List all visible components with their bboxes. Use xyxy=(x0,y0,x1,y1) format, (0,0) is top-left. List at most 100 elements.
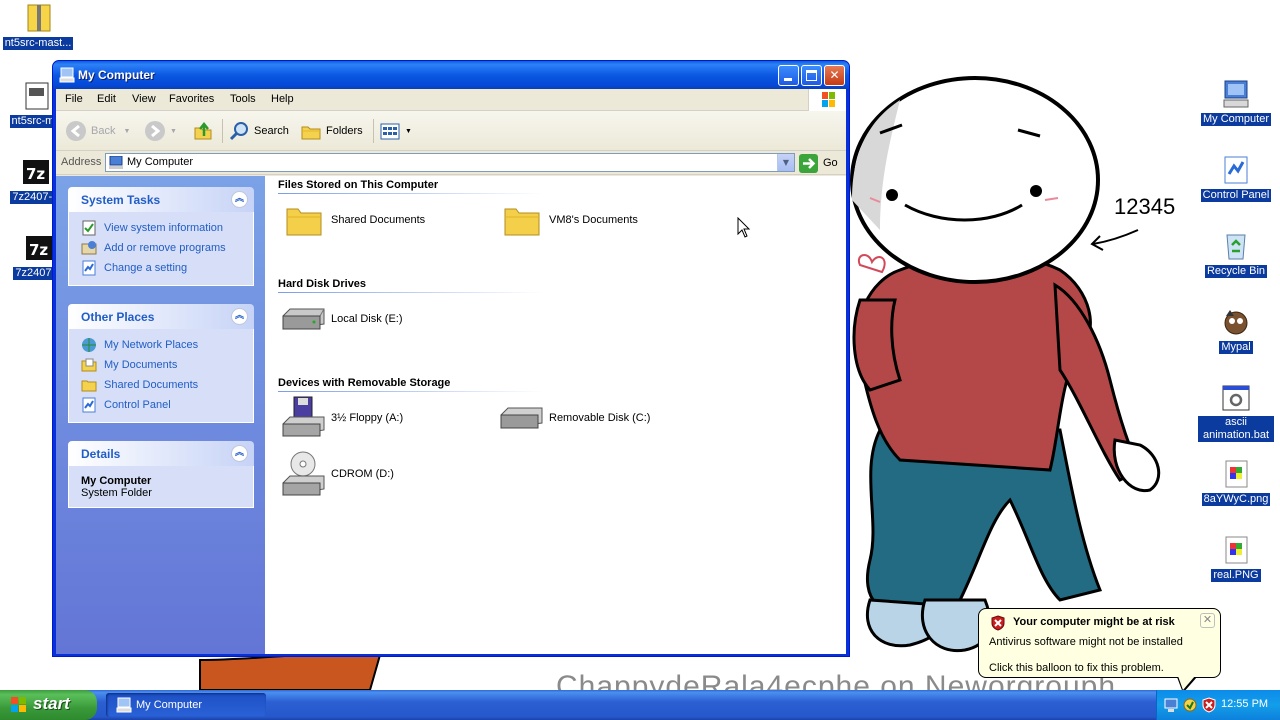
details-type: System Folder xyxy=(81,487,152,499)
view-system-information-link[interactable]: View system information xyxy=(81,218,253,238)
shared-documents-link[interactable]: Shared Documents xyxy=(81,375,253,395)
add-remove-programs-link[interactable]: Add or remove programs xyxy=(81,238,253,258)
7zip-icon: 7z xyxy=(19,156,51,188)
forward-dropdown-icon: ▼ xyxy=(170,127,177,135)
network-tray-icon[interactable] xyxy=(1163,697,1179,713)
item-shared-documents[interactable]: Shared Documents xyxy=(279,196,425,244)
window-title: My Computer xyxy=(78,68,155,82)
menu-edit[interactable]: Edit xyxy=(97,93,116,105)
my-network-places-link[interactable]: My Network Places xyxy=(81,335,253,355)
item-removable-disk-c[interactable]: Removable Disk (C:) xyxy=(497,394,650,442)
close-button[interactable]: ✕ xyxy=(824,65,845,86)
collapse-chevron-icon[interactable]: ︽ xyxy=(231,308,248,325)
7zip-icon: 7z xyxy=(22,232,54,264)
system-tasks-header[interactable]: System Tasks ︽ xyxy=(68,187,254,212)
floppy-drive-icon xyxy=(279,394,327,442)
desktop-icon-recycle-bin[interactable]: Recycle Bin xyxy=(1198,230,1274,278)
item-label: VM8's Documents xyxy=(549,214,638,226)
views-button[interactable]: ▼ xyxy=(379,119,412,143)
back-dropdown-icon: ▼ xyxy=(123,127,131,135)
back-button[interactable]: Back ▼ xyxy=(65,119,130,143)
go-button-label: Go xyxy=(823,157,838,169)
folders-icon xyxy=(301,126,321,140)
menu-view[interactable]: View xyxy=(132,93,156,105)
toolbar-separator xyxy=(373,119,374,143)
item-vm8-documents[interactable]: VM8's Documents xyxy=(497,196,638,244)
other-places-header[interactable]: Other Places ︽ xyxy=(68,304,254,329)
update-tray-icon[interactable] xyxy=(1182,697,1198,713)
go-arrow-icon xyxy=(799,153,818,173)
folder-icon xyxy=(279,196,327,244)
address-input[interactable]: My Computer ▼ xyxy=(105,153,795,172)
group-header-hard-disks: Hard Disk Drives xyxy=(278,278,367,290)
computer-icon xyxy=(59,67,75,83)
my-computer-window[interactable]: My Computer ✕ File Edit View Favorites T… xyxy=(52,60,850,657)
address-bar: Address My Computer ▼ Go xyxy=(56,151,846,175)
other-places-title: Other Places xyxy=(81,310,155,324)
details-header[interactable]: Details ︽ xyxy=(68,441,254,466)
desktop-icon-control-panel[interactable]: Control Panel xyxy=(1198,154,1274,202)
minimize-button[interactable] xyxy=(778,65,799,86)
group-header-removable: Devices with Removable Storage xyxy=(278,377,451,389)
item-label: CDROM (D:) xyxy=(331,468,394,480)
item-local-disk-e[interactable]: Local Disk (E:) xyxy=(279,295,403,343)
search-button[interactable]: Search xyxy=(228,119,289,143)
system-info-icon xyxy=(82,220,96,236)
forward-button[interactable]: ▼ xyxy=(144,119,177,143)
window-titlebar[interactable]: My Computer ✕ xyxy=(53,61,849,89)
desktop-icon-label: nt5src-mast... xyxy=(2,37,74,50)
address-label: Address xyxy=(61,156,102,168)
address-dropdown-icon[interactable]: ▼ xyxy=(777,154,794,171)
cdrom-drive-icon xyxy=(279,450,327,498)
start-button[interactable]: start xyxy=(0,690,97,720)
folders-button[interactable]: Folders xyxy=(300,119,363,143)
menu-bar: File Edit View Favorites Tools Help xyxy=(56,89,846,111)
back-button-label: Back xyxy=(91,125,116,137)
desktop-icon-8aywyc[interactable]: 8aYWyC.png xyxy=(1198,458,1274,506)
up-folder-button[interactable] xyxy=(192,119,218,143)
documents-folder-icon xyxy=(81,358,97,372)
control-panel-icon xyxy=(82,260,96,276)
desktop-icon-nt5src-zip[interactable]: nt5src-mast... xyxy=(0,2,76,50)
add-remove-programs-icon xyxy=(81,241,97,255)
link-label: View system information xyxy=(104,222,224,234)
maximize-button[interactable] xyxy=(801,65,822,86)
taskbar-clock[interactable]: 12:55 PM xyxy=(1221,698,1268,710)
folders-button-label: Folders xyxy=(326,125,363,137)
menu-help[interactable]: Help xyxy=(271,93,294,105)
forward-arrow-icon xyxy=(145,121,165,141)
item-cdrom-d[interactable]: CDROM (D:) xyxy=(279,450,394,498)
desktop-icon-my-computer[interactable]: My Computer xyxy=(1198,78,1274,126)
security-alert-tray-icon[interactable] xyxy=(1201,697,1217,713)
details-body: My Computer System Folder xyxy=(68,466,254,508)
balloon-close-icon[interactable]: ✕ xyxy=(1200,613,1215,628)
collapse-chevron-icon[interactable]: ︽ xyxy=(231,191,248,208)
item-label: Shared Documents xyxy=(331,214,426,226)
go-button[interactable]: Go xyxy=(799,153,838,173)
desktop-icon-ascii-animation[interactable]: ascii animation.bat xyxy=(1198,382,1274,442)
item-floppy-a[interactable]: 3½ Floppy (A:) xyxy=(279,394,403,442)
menu-tools[interactable]: Tools xyxy=(230,93,256,105)
item-label: Local Disk (E:) xyxy=(331,313,403,325)
change-setting-link[interactable]: Change a setting xyxy=(81,258,253,278)
shield-warning-icon xyxy=(991,615,1005,631)
collapse-chevron-icon[interactable]: ︽ xyxy=(231,445,248,462)
menu-file[interactable]: File xyxy=(65,93,83,105)
menu-favorites[interactable]: Favorites xyxy=(169,93,214,105)
explorer-content: System Tasks ︽ View system information A… xyxy=(56,176,846,654)
maximize-icon xyxy=(806,70,817,81)
my-documents-link[interactable]: My Documents xyxy=(81,355,253,375)
item-label: Removable Disk (C:) xyxy=(549,412,651,424)
desktop-icon-real-png[interactable]: real.PNG xyxy=(1198,534,1274,582)
group-divider xyxy=(278,391,543,392)
desktop-icon-mypal[interactable]: Mypal xyxy=(1198,306,1274,354)
image-file-icon xyxy=(1220,534,1252,566)
security-balloon[interactable]: Your computer might be at risk ✕ Antivir… xyxy=(978,608,1221,693)
svg-text:7z: 7z xyxy=(26,165,45,183)
views-dropdown-icon: ▼ xyxy=(405,127,412,135)
batch-file-icon xyxy=(1220,382,1252,414)
control-panel-link[interactable]: Control Panel xyxy=(81,395,253,415)
recycle-bin-icon xyxy=(1220,230,1252,262)
views-icon xyxy=(380,123,400,140)
taskbar-button-my-computer[interactable]: My Computer xyxy=(106,693,266,717)
